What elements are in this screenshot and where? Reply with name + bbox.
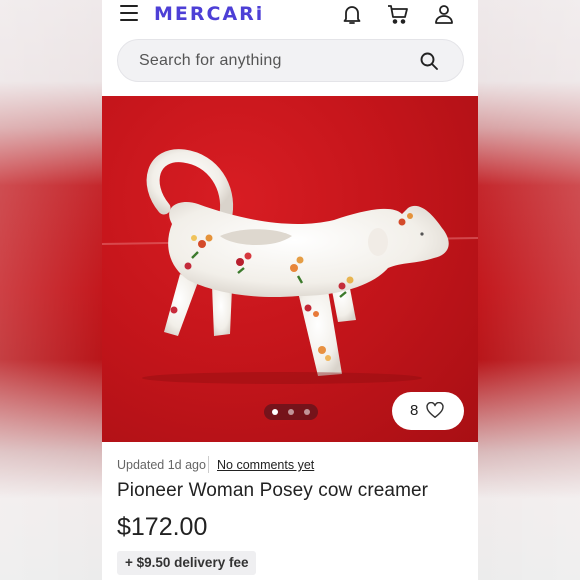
listing-title: Pioneer Woman Posey cow creamer [117,480,429,501]
delivery-fee-badge: + $9.50 delivery fee [117,551,257,575]
like-count: 8 [410,402,419,419]
search-placeholder: Search for anything [139,52,282,69]
search-input[interactable]: Search for anything [117,39,464,82]
user-icon[interactable] [432,2,456,26]
like-button[interactable]: 8 [392,392,464,430]
meta-divider [208,456,209,473]
cart-icon[interactable] [386,2,410,26]
app-screen: MERCARi Search for anything 8 Updated 1d… [102,0,478,580]
cow-creamer-photo [102,149,478,384]
menu-icon[interactable] [120,5,138,21]
carousel-dot-1[interactable] [272,409,278,415]
image-carousel-indicator [264,404,318,420]
carousel-dot-2[interactable] [288,409,294,415]
mercari-logo[interactable]: MERCARi [154,3,264,25]
product-image[interactable]: 8 [102,96,478,442]
bell-icon[interactable] [340,2,364,26]
updated-timestamp: Updated 1d ago [117,458,206,472]
listing-price: $172.00 [117,513,208,541]
carousel-dot-3[interactable] [304,409,310,415]
heart-icon [426,402,444,418]
search-icon[interactable] [419,51,439,71]
top-navigation-bar: MERCARi [102,0,478,30]
comments-link[interactable]: No comments yet [217,458,314,472]
